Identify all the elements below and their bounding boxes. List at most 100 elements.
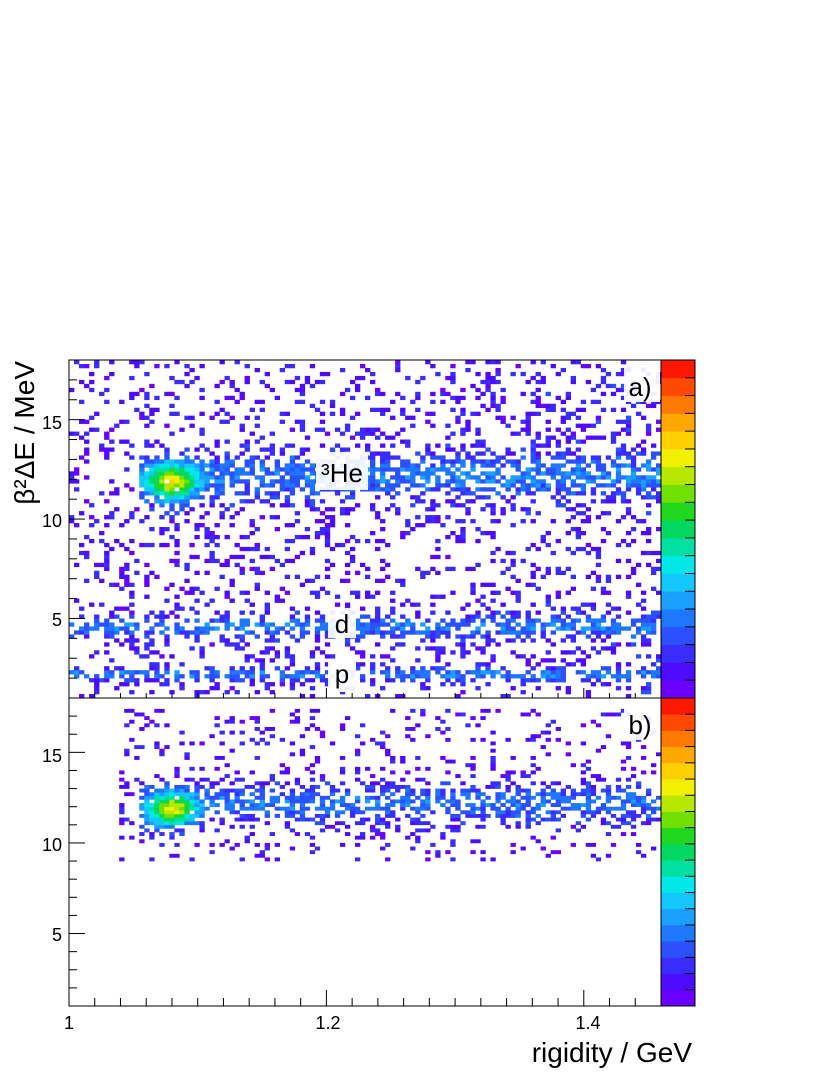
heat-cell	[605, 821, 612, 826]
heat-cell	[525, 610, 531, 615]
heat-cell	[560, 570, 566, 576]
heat-cell	[289, 363, 296, 369]
heat-cell	[144, 395, 150, 401]
heat-cell	[329, 788, 336, 793]
heat-cell	[460, 792, 466, 797]
heat-cell	[590, 792, 597, 797]
heat-cell	[505, 806, 511, 811]
heat-cell	[199, 427, 205, 432]
heat-cell	[640, 634, 647, 639]
heat-cell	[159, 813, 165, 818]
heat-cell	[119, 574, 125, 580]
heat-cell	[229, 719, 235, 724]
heat-cell	[109, 491, 115, 496]
heat-cell	[525, 803, 531, 807]
heat-cell	[229, 503, 235, 508]
heat-cell	[254, 586, 260, 591]
heat-cell	[460, 678, 466, 683]
heat-cell	[555, 371, 561, 377]
heat-cell	[535, 792, 541, 797]
heat-cell	[590, 638, 597, 643]
heat-cell	[560, 650, 566, 655]
heat-cell	[274, 806, 281, 811]
heat-cell	[370, 467, 376, 472]
heat-cell	[380, 459, 386, 464]
heat-cell	[299, 622, 306, 627]
heat-cell	[620, 832, 627, 836]
heat-cell	[485, 503, 491, 508]
heat-cell	[465, 367, 471, 373]
heat-cell	[460, 646, 466, 651]
heat-cell	[390, 606, 396, 611]
heat-cell	[184, 487, 190, 492]
heat-cell	[124, 574, 130, 580]
heat-cell	[635, 781, 642, 786]
heat-cell	[565, 411, 571, 416]
heat-cell	[480, 602, 486, 607]
heat-cell	[405, 716, 411, 721]
heat-cell	[94, 360, 100, 365]
heat-cell	[495, 519, 501, 524]
heat-cell	[259, 795, 265, 800]
heat-cell	[485, 784, 491, 789]
heat-cell	[159, 610, 165, 615]
heat-cell	[169, 503, 175, 508]
heat-cell	[475, 371, 481, 377]
heat-cell	[370, 379, 376, 385]
heat-cell	[450, 407, 456, 412]
heat-cell	[515, 792, 521, 797]
heat-cell	[319, 419, 326, 424]
heat-cell	[565, 784, 571, 789]
heat-cell	[610, 650, 617, 655]
heat-cell	[415, 451, 421, 456]
heat-cell	[339, 407, 346, 412]
heat-cell	[339, 578, 346, 583]
heat-cell	[620, 427, 627, 432]
heat-cell	[359, 427, 366, 432]
heat-cell	[89, 379, 95, 385]
heat-cell	[344, 832, 351, 836]
heat-cell	[415, 471, 421, 476]
heat-cell	[550, 678, 556, 683]
heat-cell	[505, 784, 511, 789]
heat-cell	[555, 666, 561, 671]
heat-cell	[119, 682, 125, 687]
heat-cell	[169, 495, 175, 500]
heat-cell	[380, 832, 386, 836]
heat-cell	[314, 407, 321, 412]
heat-cell	[189, 606, 195, 611]
heat-cell	[615, 788, 622, 793]
heat-cell	[410, 708, 416, 713]
heat-cell	[440, 650, 446, 655]
heat-cell	[375, 626, 381, 631]
heat-cell	[370, 630, 376, 635]
heat-cell	[314, 759, 321, 764]
heat-cell	[560, 799, 566, 804]
heat-cell	[435, 538, 441, 544]
heat-cell	[375, 515, 381, 520]
heat-cell	[274, 459, 281, 464]
heat-cell	[615, 371, 622, 377]
heat-cell	[134, 407, 140, 412]
heat-cell	[590, 626, 597, 631]
heat-cell	[400, 674, 406, 679]
heat-cell	[334, 799, 341, 804]
heat-cell	[149, 821, 155, 826]
heat-cell	[440, 455, 446, 460]
heat-cell	[244, 598, 250, 603]
heat-cell	[144, 471, 150, 476]
heat-cell	[575, 828, 582, 833]
heat-cell	[169, 471, 175, 476]
heat-cell	[535, 803, 541, 807]
heat-cell	[289, 828, 296, 833]
heat-cell	[380, 835, 386, 840]
heat-cell	[69, 431, 75, 436]
heat-cell	[259, 792, 265, 797]
heat-cell	[124, 708, 130, 713]
heat-cell	[390, 759, 396, 764]
heat-cell	[239, 824, 245, 829]
heat-cell	[435, 850, 441, 855]
heat-cell	[114, 626, 120, 631]
heat-cell	[470, 634, 476, 639]
heat-cell	[430, 638, 436, 643]
